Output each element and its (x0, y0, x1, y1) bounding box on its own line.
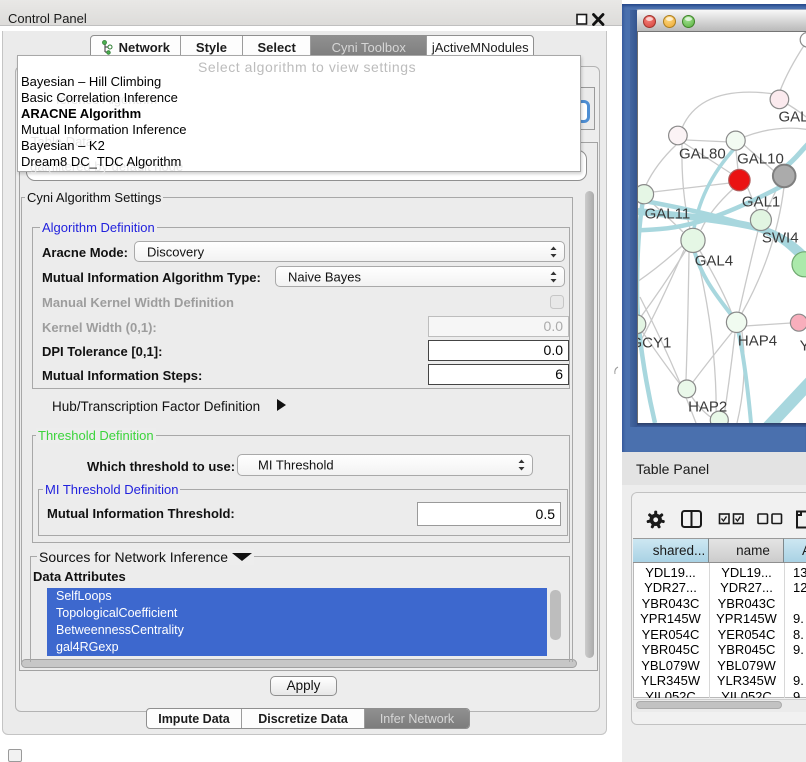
svg-text:GAL10: GAL10 (737, 151, 784, 168)
svg-text:GAL11: GAL11 (645, 206, 691, 223)
svg-text:SWI4: SWI4 (762, 230, 799, 247)
svg-text:GCY1: GCY1 (638, 335, 671, 352)
svg-text:HAP4: HAP4 (738, 333, 777, 350)
svg-text:GAL: GAL (779, 109, 806, 126)
svg-text:HAP2: HAP2 (688, 399, 727, 416)
svg-text:Y: Y (800, 338, 806, 355)
svg-text:GAL4: GAL4 (695, 253, 733, 270)
svg-text:GAL80: GAL80 (679, 146, 726, 163)
svg-text:GAL1: GAL1 (742, 194, 780, 211)
